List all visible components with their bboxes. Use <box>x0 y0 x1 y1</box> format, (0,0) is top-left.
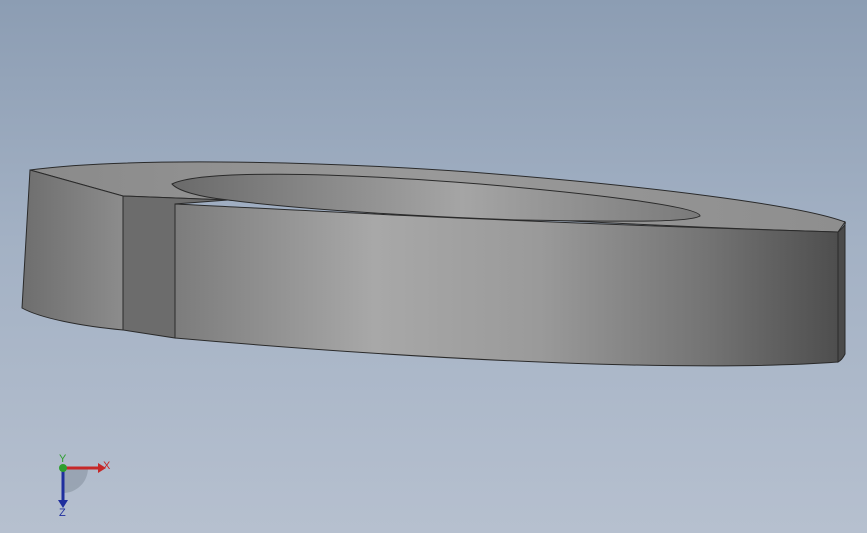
washer-left-wall[interactable] <box>21 169 124 331</box>
triad-y-label: Y <box>59 453 67 465</box>
triad-x-label: X <box>103 460 111 472</box>
coordinate-triad: X Y Z <box>58 453 111 518</box>
graphics-viewport[interactable]: X Y Z <box>0 0 867 533</box>
split-washer-model[interactable] <box>0 0 867 533</box>
triad-y-axis <box>59 464 67 472</box>
washer-right-edge <box>837 220 846 363</box>
triad-z-label: Z <box>59 507 66 518</box>
triad-plane-shadow <box>63 468 88 493</box>
